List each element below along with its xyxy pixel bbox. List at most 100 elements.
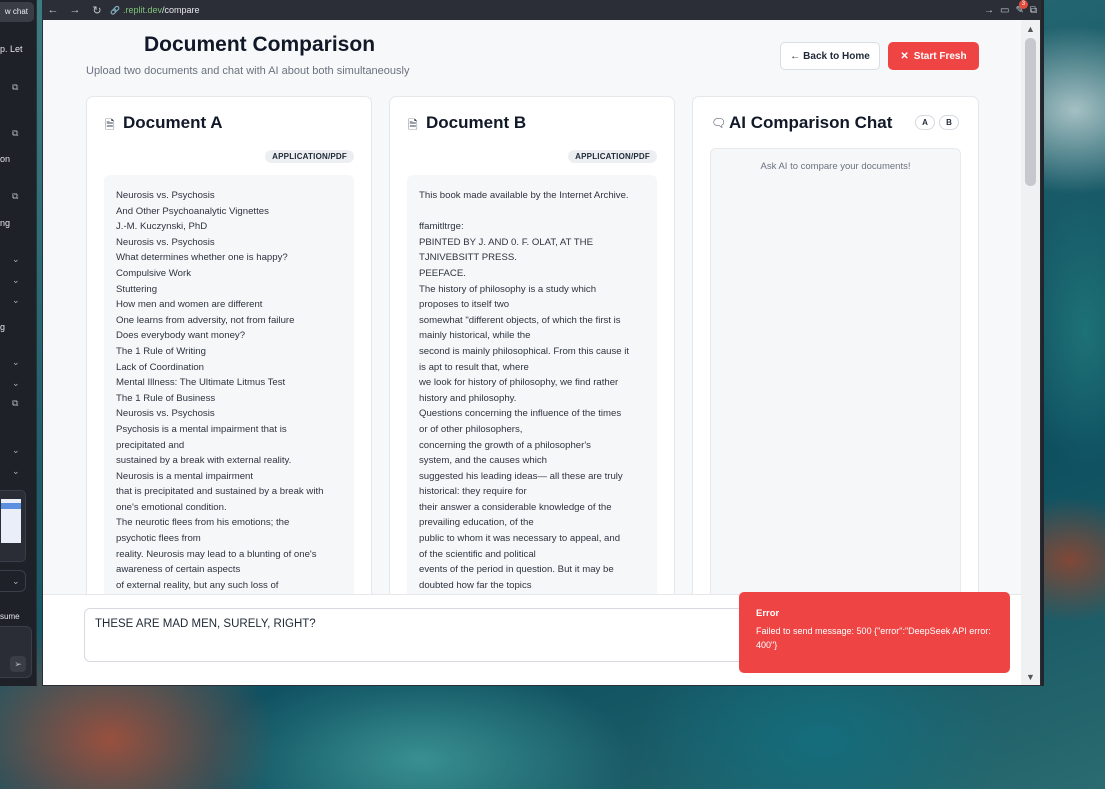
chevron-down-icon: ⌄ — [12, 576, 20, 586]
page-title: Document Comparison — [144, 33, 376, 56]
link-icon: 🔗 — [110, 5, 120, 15]
error-toast[interactable]: Error Failed to send message: 500 {"erro… — [739, 592, 1010, 673]
document-line: TJNIVEBSITT PRESS. — [419, 252, 517, 264]
document-line: somewhat "different objects, of which th… — [419, 314, 621, 326]
open-new-tab-icon[interactable]: ⧉ — [1030, 5, 1037, 16]
document-line: Lack of Coordination — [116, 361, 204, 373]
document-line: What determines whether one is happy? — [116, 252, 288, 264]
document-line: Neurosis is a mental impairment — [116, 470, 254, 482]
page-scrollbar[interactable]: ▲ ▼ — [1021, 20, 1040, 685]
document-line: of external reality, but any such loss o… — [116, 579, 279, 591]
chevron-down-icon[interactable]: ⌄ — [12, 378, 22, 388]
document-line: awareness of certain aspects — [116, 564, 241, 576]
document-line: we look for history of philosophy, we fi… — [419, 377, 619, 389]
document-line: concerning the growth of a philosopher's — [419, 439, 591, 451]
side-panel-text-fragment: ng — [0, 218, 11, 228]
back-to-home-button[interactable]: ← Back to Home — [780, 42, 880, 70]
document-line: Neurosis vs. Psychosis — [116, 408, 215, 420]
document-b-text[interactable]: This book made available by the Internet… — [407, 175, 657, 615]
document-line: Does everybody want money? — [116, 330, 246, 342]
arrow-left-icon: ← — [790, 50, 801, 62]
notifications-icon[interactable]: ✎ 3 — [1015, 0, 1028, 16]
chevron-down-icon[interactable]: ⌄ — [12, 445, 22, 455]
start-fresh-button[interactable]: ✕ Start Fresh — [888, 42, 979, 70]
address-bar[interactable]: 🔗 .replit.dev /compare — [110, 5, 200, 15]
document-line: How men and women are different — [116, 299, 263, 311]
url-host: .replit.dev — [122, 5, 162, 15]
document-line: public to whom it was necessary to appea… — [419, 533, 621, 545]
document-line: J.-M. Kuczynski, PhD — [116, 221, 208, 233]
resume-label: sume — [0, 612, 20, 621]
chevron-down-icon[interactable]: ⌄ — [12, 275, 22, 285]
back-arrow-icon[interactable]: ← — [42, 4, 64, 16]
scroll-down-icon[interactable]: ▼ — [1021, 670, 1040, 684]
arrow-right-icon[interactable]: → — [984, 5, 994, 16]
chevron-down-icon[interactable]: ⌄ — [12, 466, 22, 476]
document-line: reality. Neurosis may lead to a blunting… — [116, 548, 317, 560]
document-line: proposes to itself two — [419, 299, 510, 311]
document-line: that is precipitated and sustained by a … — [116, 486, 324, 498]
open-external-icon[interactable]: ⧉ — [12, 128, 22, 138]
document-b-card: 🗎 Document B APPLICATION/PDF This book m… — [389, 96, 675, 616]
document-line: Neurosis vs. Psychosis — [116, 236, 215, 248]
chevron-down-icon[interactable]: ⌄ — [12, 254, 22, 264]
document-line: ffamitltrge: — [419, 221, 464, 233]
document-line: Neurosis vs. Psychosis — [116, 190, 215, 201]
page-subtitle: Upload two documents and chat with AI ab… — [86, 65, 410, 77]
document-line: PEEFACE. — [419, 267, 466, 279]
document-b-pill[interactable]: B — [939, 115, 959, 130]
message-input[interactable]: THESE ARE MAD MEN, SURELY, RIGHT? — [84, 608, 784, 662]
document-line: system, and the causes which — [419, 455, 547, 467]
document-line: This book made available by the Internet… — [419, 190, 629, 201]
open-external-icon[interactable]: ⧉ — [12, 398, 22, 408]
open-external-icon[interactable]: ⧉ — [12, 191, 22, 201]
scroll-up-icon[interactable]: ▲ — [1021, 22, 1040, 36]
side-panel-text-fragment: g — [0, 322, 6, 332]
chevron-down-icon[interactable]: ⌄ — [12, 357, 22, 367]
thumbnail-header — [1, 503, 21, 509]
document-line: is apt to result that, where — [419, 361, 529, 373]
document-line: The history of philosophy is a study whi… — [419, 283, 597, 295]
document-line: Questions concerning the influence of th… — [419, 408, 622, 420]
toast-title: Error — [756, 608, 780, 619]
web-page: Document Comparison Upload two documents… — [42, 20, 1041, 686]
document-line: prevailing education, of the — [419, 517, 534, 529]
document-line: One learns from adversity, not from fail… — [116, 314, 295, 326]
preview-thumbnail[interactable] — [0, 490, 26, 562]
document-a-card: 🗎 Document A APPLICATION/PDF Neurosis vs… — [86, 96, 372, 616]
ai-chat-title: AI Comparison Chat — [729, 113, 893, 132]
chat-bubble-icon[interactable]: ▭ — [1000, 5, 1009, 16]
document-a-title: Document A — [123, 113, 223, 132]
open-external-icon[interactable]: ⧉ — [12, 82, 22, 92]
document-line: psychotic flees from — [116, 533, 201, 545]
document-line: second is mainly philosophical. From thi… — [419, 345, 630, 357]
document-line: sustained by a break with external reali… — [116, 455, 292, 467]
forward-arrow-icon[interactable]: → — [64, 4, 86, 16]
new-chat-button[interactable]: w chat — [0, 2, 34, 22]
chevron-down-icon[interactable]: ⌄ — [12, 295, 22, 305]
document-line: their answer a considerable knowledge of… — [419, 501, 612, 513]
document-line: PBINTED BY J. AND 0. F. OLAT, AT THE — [419, 236, 593, 248]
document-a-text[interactable]: Neurosis vs. Psychosis And Other Psychoan… — [104, 175, 354, 615]
document-line: The 1 Rule of Writing — [116, 345, 206, 357]
scrollbar-thumb[interactable] — [1025, 38, 1036, 186]
document-line: events of the period in question. But it… — [419, 564, 614, 576]
ai-chat-card: 🗨 AI Comparison Chat A B Ask AI to compa… — [692, 96, 979, 616]
document-icon: 🗎 — [408, 118, 418, 132]
side-panel: w chat p. Let ⧉ ⧉ on ⧉ ng ⌄ ⌄ ⌄ g ⌄ ⌄ ⧉ … — [0, 0, 37, 686]
mime-type-badge: APPLICATION/PDF — [265, 150, 354, 163]
document-a-pill[interactable]: A — [915, 115, 935, 130]
notification-badge: 3 — [1018, 0, 1028, 9]
chat-empty-state: Ask AI to compare your documents! — [760, 161, 911, 172]
document-line: Stuttering — [116, 283, 158, 295]
browser-toolbar: ← → ↻ 🔗 .replit.dev /compare → ▭ ✎ 3 ⧉ — [42, 0, 1041, 20]
document-line: or of other philosophers, — [419, 423, 523, 435]
document-line: The neurotic flees from his emotions; th… — [116, 517, 290, 529]
start-fresh-label: Start Fresh — [913, 50, 967, 62]
send-icon[interactable]: ➢ — [10, 656, 26, 672]
document-line: Compulsive Work — [116, 267, 191, 279]
reload-icon[interactable]: ↻ — [86, 4, 108, 17]
document-line: historical: they require for — [419, 486, 527, 498]
document-line: of the scientific and political — [419, 548, 536, 560]
